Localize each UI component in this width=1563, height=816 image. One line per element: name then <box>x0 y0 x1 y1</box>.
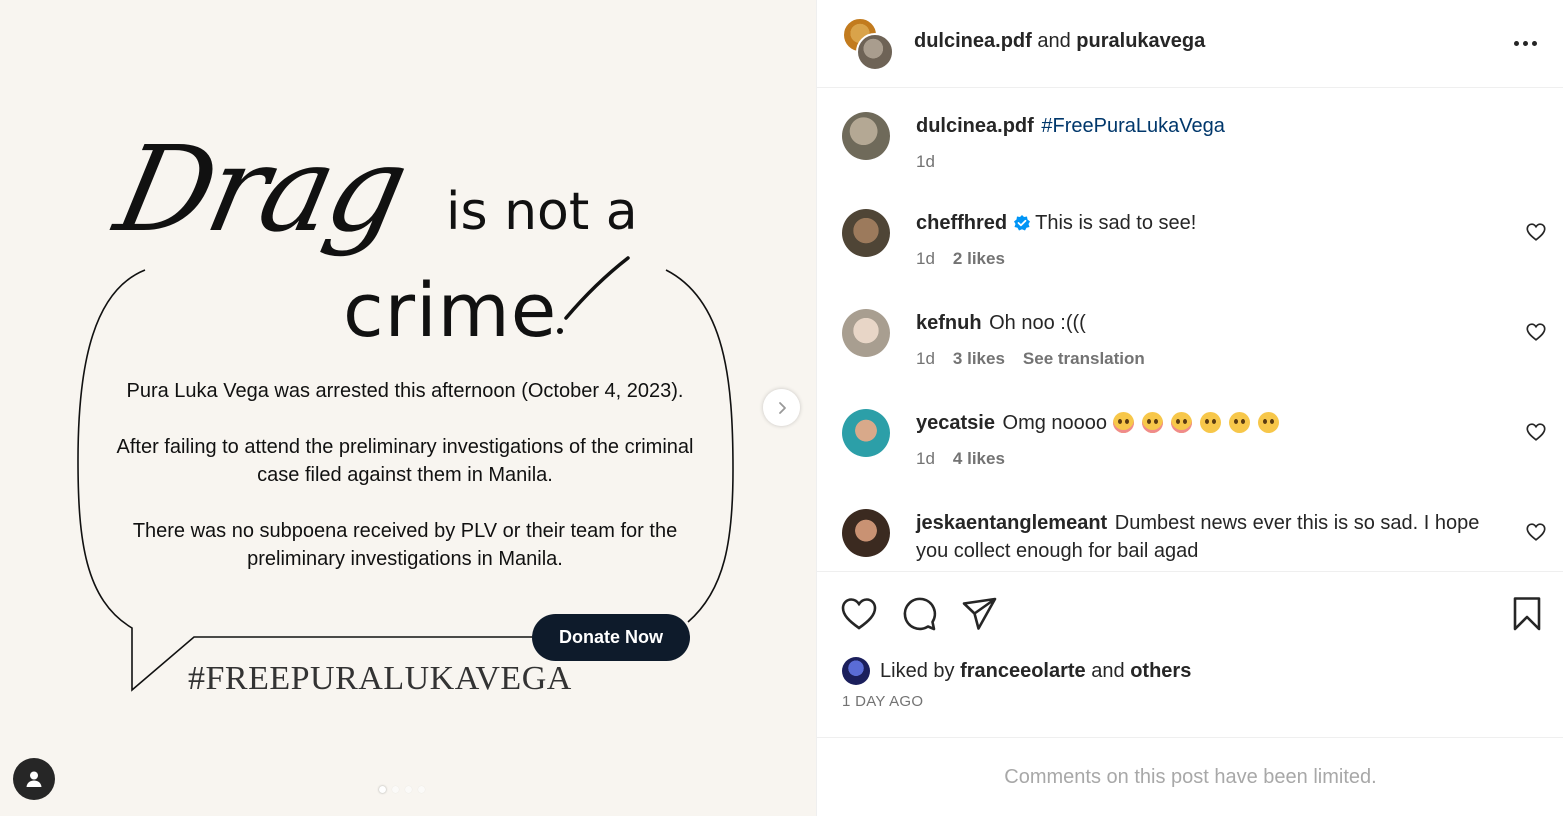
post-media: Drag is not a crime Pura Luka Vega was a… <box>0 0 816 816</box>
like-heart-icon[interactable] <box>839 594 879 634</box>
avatar-puralukavega[interactable] <box>856 33 894 71</box>
carousel-dot <box>379 786 386 793</box>
comments-limited-text: Comments on this post have been limited. <box>1004 765 1377 788</box>
dot-icon <box>1531 40 1537 46</box>
comment-likes[interactable]: 4 likes <box>953 449 1005 469</box>
media-paragraph-arrest: Pura Luka Vega was arrested this afterno… <box>126 380 684 402</box>
carousel-dot <box>405 786 412 793</box>
post-side-panel: dulcinea.pdf and puralukavega dulcinea.p… <box>816 0 1563 816</box>
emoji-group <box>1112 412 1287 434</box>
more-options-button[interactable] <box>1511 33 1539 53</box>
comment-text: Omg noooo <box>1002 412 1108 434</box>
header-user1-link[interactable]: dulcinea.pdf <box>914 30 1032 52</box>
comment-icon[interactable] <box>899 594 939 634</box>
media-paragraph-investigation: After failing to attend the preliminary … <box>116 436 694 486</box>
comment-username[interactable]: jeskaentanglemeant <box>916 512 1107 534</box>
comment-body: yecatsie Omg noooo <box>916 409 1496 437</box>
carousel-indicator <box>379 786 425 793</box>
comment-meta: 1d 4 likes <box>916 449 1005 469</box>
pleading-face-emoji-icon <box>1257 412 1279 433</box>
liked-by-and: and <box>1091 659 1125 682</box>
carousel-dot <box>418 786 425 793</box>
comment-meta: 1d 2 likes <box>916 249 1005 269</box>
comment-text: This is sad to see! <box>1035 212 1197 234</box>
post-header: dulcinea.pdf and puralukavega <box>817 0 1563 88</box>
comment-item: jeskaentanglemeant Dumbest news ever thi… <box>817 509 1563 571</box>
header-user2-link[interactable]: puralukavega <box>1076 30 1205 52</box>
heart-icon[interactable] <box>1525 521 1547 543</box>
media-paragraph-subpoena: There was no subpoena received by PLV or… <box>132 520 678 570</box>
comment-username[interactable]: kefnuh <box>916 312 982 334</box>
caption-username[interactable]: dulcinea.pdf <box>916 115 1034 137</box>
liked-by-summary: Liked by franceeolarte and others <box>842 656 1191 686</box>
comment-meta: 1d 3 likes See translation <box>916 349 1145 369</box>
avatar[interactable] <box>842 112 890 160</box>
liked-by-user-link[interactable]: franceeolarte <box>960 660 1086 683</box>
comment-body: jeskaentanglemeant Dumbest news ever thi… <box>916 509 1506 565</box>
comment-likes[interactable]: 3 likes <box>953 349 1005 369</box>
post-actions: Liked by franceeolarte and others 1 DAY … <box>817 571 1563 737</box>
dot-icon <box>1513 40 1519 46</box>
caption-body: dulcinea.pdf #FreePuraLukaVega <box>916 112 1496 140</box>
caption-time[interactable]: 1d <box>916 152 935 172</box>
heart-icon[interactable] <box>1525 321 1547 343</box>
share-paper-plane-icon[interactable] <box>960 594 1000 634</box>
header-and-text: and <box>1037 30 1071 52</box>
dot-icon <box>1522 40 1528 46</box>
pleading-face-emoji-icon <box>1199 412 1221 433</box>
comments-limited-notice: Comments on this post have been limited. <box>817 737 1563 816</box>
save-bookmark-icon[interactable] <box>1507 594 1547 634</box>
avatar[interactable] <box>842 509 890 557</box>
person-icon <box>26 771 42 787</box>
comment-body: kefnuh Oh noo :((( <box>916 309 1496 337</box>
chevron-right-icon <box>778 401 786 414</box>
comment-time[interactable]: 1d <box>916 349 935 369</box>
crying-face-emoji-icon <box>1141 412 1163 433</box>
heart-icon[interactable] <box>1525 421 1547 443</box>
comment-time[interactable]: 1d <box>916 449 935 469</box>
avatar[interactable] <box>842 409 890 457</box>
verified-badge-icon <box>1014 215 1031 231</box>
comment-username[interactable]: cheffhred <box>916 212 1007 234</box>
heart-icon[interactable] <box>1525 221 1547 243</box>
tagged-users-button[interactable] <box>13 758 55 800</box>
comment-username[interactable]: yecatsie <box>916 412 995 434</box>
comment-time[interactable]: 1d <box>916 249 935 269</box>
caption-meta: 1d <box>916 152 935 172</box>
avatar[interactable] <box>842 209 890 257</box>
post-timestamp[interactable]: 1 DAY AGO <box>842 693 923 710</box>
donate-now-button[interactable]: Donate Now <box>532 614 690 661</box>
carousel-dot <box>392 786 399 793</box>
pleading-face-emoji-icon <box>1228 412 1250 433</box>
collab-avatars[interactable] <box>842 17 894 71</box>
carousel-next-button[interactable] <box>763 389 800 426</box>
comment-body: cheffhred This is sad to see! <box>916 209 1496 237</box>
see-translation-link[interactable]: See translation <box>1023 349 1145 369</box>
crying-face-emoji-icon <box>1112 412 1134 433</box>
liked-by-others-link[interactable]: others <box>1130 660 1191 683</box>
liker-avatar[interactable] <box>842 657 870 685</box>
comment-text: Oh noo :((( <box>989 312 1086 334</box>
avatar[interactable] <box>842 309 890 357</box>
header-title: dulcinea.pdf and puralukavega <box>914 30 1205 53</box>
media-hashtag: #FREEPURALUKAVEGA <box>188 660 572 697</box>
comment-likes[interactable]: 2 likes <box>953 249 1005 269</box>
liked-by-prefix: Liked by <box>880 659 955 682</box>
caption-hashtag-link[interactable]: #FreePuraLukaVega <box>1041 115 1224 137</box>
crying-face-emoji-icon <box>1170 412 1192 433</box>
